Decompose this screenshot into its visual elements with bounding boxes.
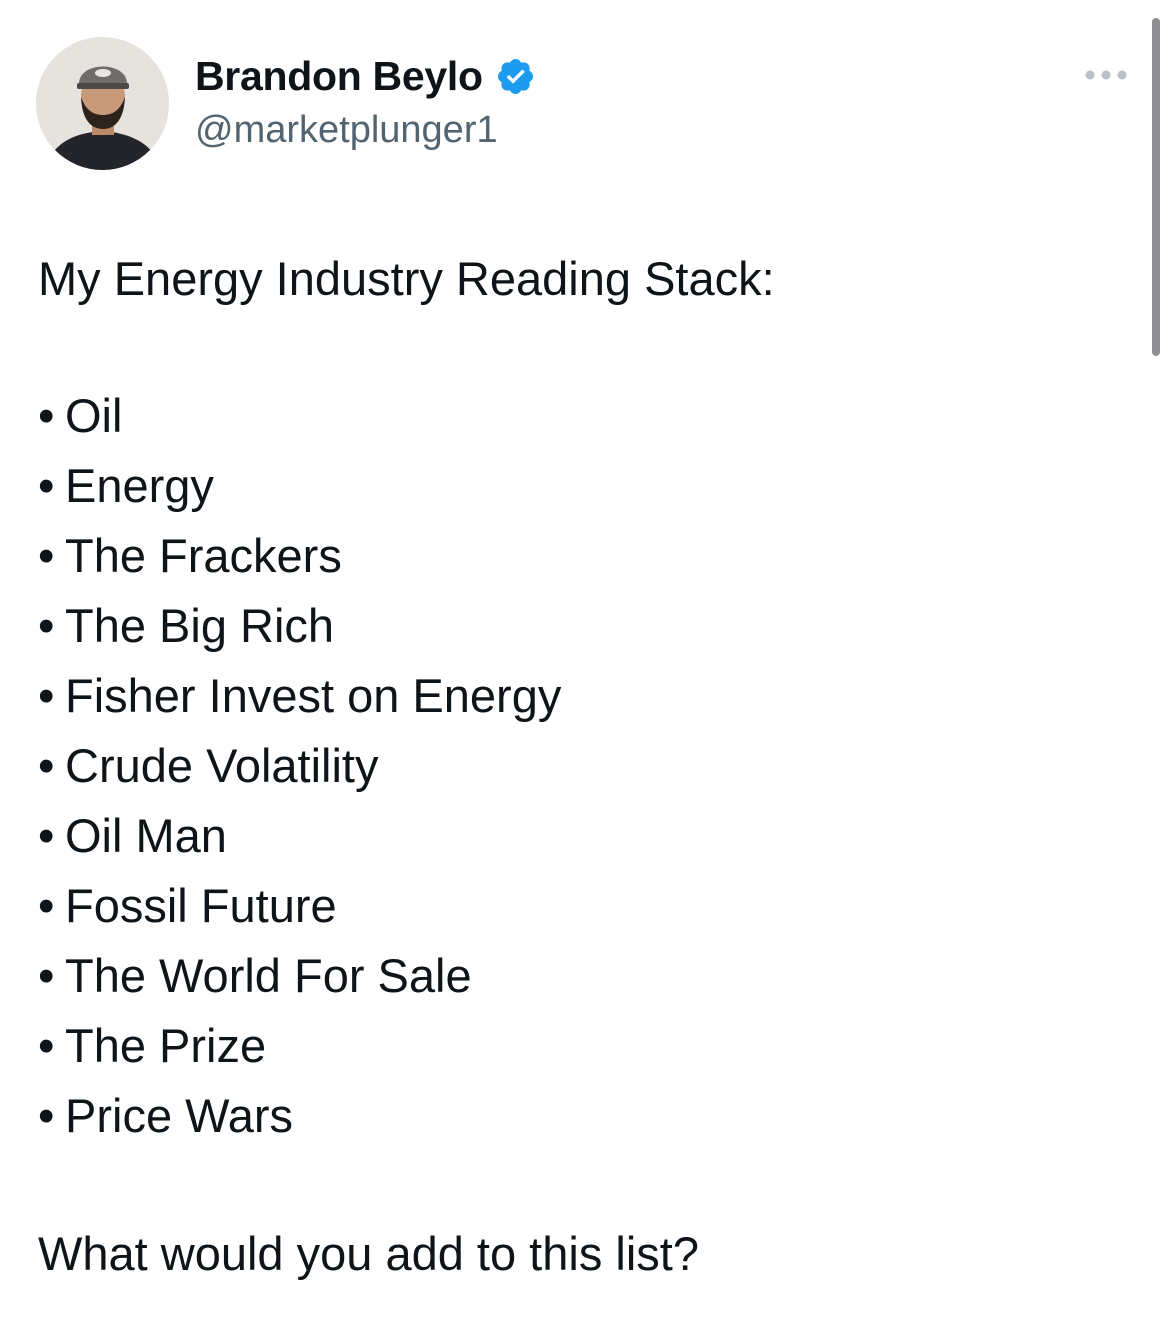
bullet: • <box>38 529 55 582</box>
scrollbar-thumb[interactable] <box>1152 18 1160 356</box>
post-question: What would you add to this list? <box>38 1227 699 1280</box>
list-item: • Oil Man <box>38 801 561 871</box>
display-name-text: Brandon Beylo <box>195 53 483 99</box>
reading-list: • Oil • Energy • The Frackers • The Big Rich… <box>38 381 561 1151</box>
bullet: • <box>38 669 55 722</box>
bullet: • <box>38 599 55 652</box>
book-title: The World For Sale <box>65 949 472 1002</box>
list-item: • Price Wars <box>38 1081 561 1151</box>
book-title: Oil <box>65 389 123 442</box>
book-title: Price Wars <box>65 1089 294 1142</box>
bullet: • <box>38 879 55 932</box>
list-item: • Oil <box>38 381 561 451</box>
book-title: Crude Volatility <box>65 739 379 792</box>
bullet: • <box>38 1089 55 1142</box>
list-item: • Energy <box>38 451 561 521</box>
list-item: • Fisher Invest on Energy <box>38 661 561 731</box>
list-item: • The World For Sale <box>38 941 561 1011</box>
display-name[interactable]: Brandon Beylo <box>195 50 536 102</box>
list-item: • Crude Volatility <box>38 731 561 801</box>
profile-photo <box>36 37 169 170</box>
list-item: • Fossil Future <box>38 871 561 941</box>
list-item: • The Prize <box>38 1011 561 1081</box>
avatar[interactable] <box>36 37 169 170</box>
bullet: • <box>38 739 55 792</box>
bullet: • <box>38 949 55 1002</box>
bullet: • <box>38 389 55 442</box>
book-title: The Frackers <box>65 529 342 582</box>
post-intro: My Energy Industry Reading Stack: <box>38 252 775 305</box>
bullet: • <box>38 1019 55 1072</box>
book-title: Oil Man <box>65 809 227 862</box>
user-handle[interactable]: @marketplunger1 <box>195 106 498 154</box>
more-options-icon[interactable] <box>1080 58 1136 92</box>
verified-badge-icon[interactable] <box>495 56 536 97</box>
book-title: The Prize <box>65 1019 267 1072</box>
list-item: • The Frackers <box>38 521 561 591</box>
book-title: Fossil Future <box>65 879 337 932</box>
bullet: • <box>38 459 55 512</box>
book-title: Energy <box>65 459 214 512</box>
book-title: The Big Rich <box>65 599 335 652</box>
list-item: • The Big Rich <box>38 591 561 661</box>
bullet: • <box>38 809 55 862</box>
book-title: Fisher Invest on Energy <box>65 669 562 722</box>
